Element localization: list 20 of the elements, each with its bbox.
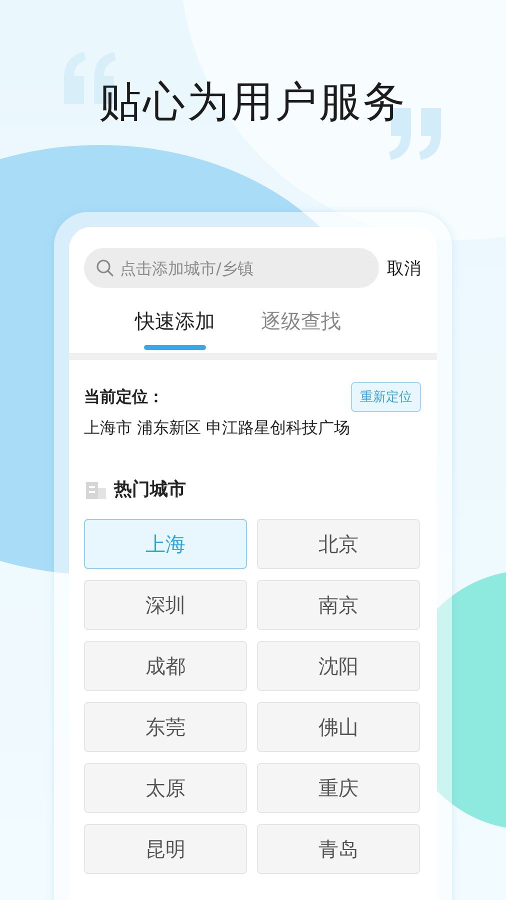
tab[interactable]: 逐级查找 (261, 308, 341, 350)
city-button[interactable]: 北京 (257, 519, 420, 569)
city-button[interactable]: 东莞 (84, 702, 247, 752)
search-field[interactable]: 点击添加城市/乡镇 (84, 248, 379, 288)
city-button[interactable]: 重庆 (257, 763, 420, 813)
city-button[interactable]: 南京 (257, 580, 420, 630)
headline: 贴心为用户服务 (99, 76, 407, 128)
city-button[interactable]: 成都 (84, 641, 247, 691)
tab[interactable]: 快速添加 (135, 308, 215, 350)
location-label: 当前定位： (84, 386, 164, 408)
city-button[interactable]: 青岛 (257, 824, 420, 874)
section-title: 热门城市 (114, 478, 186, 501)
city-button[interactable]: 深圳 (84, 580, 247, 630)
city-button[interactable]: 昆明 (84, 824, 247, 874)
city-button[interactable]: 太原 (84, 763, 247, 813)
building-icon (84, 479, 108, 499)
location-address: 上海市 浦东新区 申江路星创科技广场 (84, 418, 352, 439)
city-button[interactable]: 沈阳 (257, 641, 420, 691)
cancel-button[interactable]: 取消 (387, 256, 421, 280)
city-button[interactable]: 佛山 (257, 702, 420, 752)
